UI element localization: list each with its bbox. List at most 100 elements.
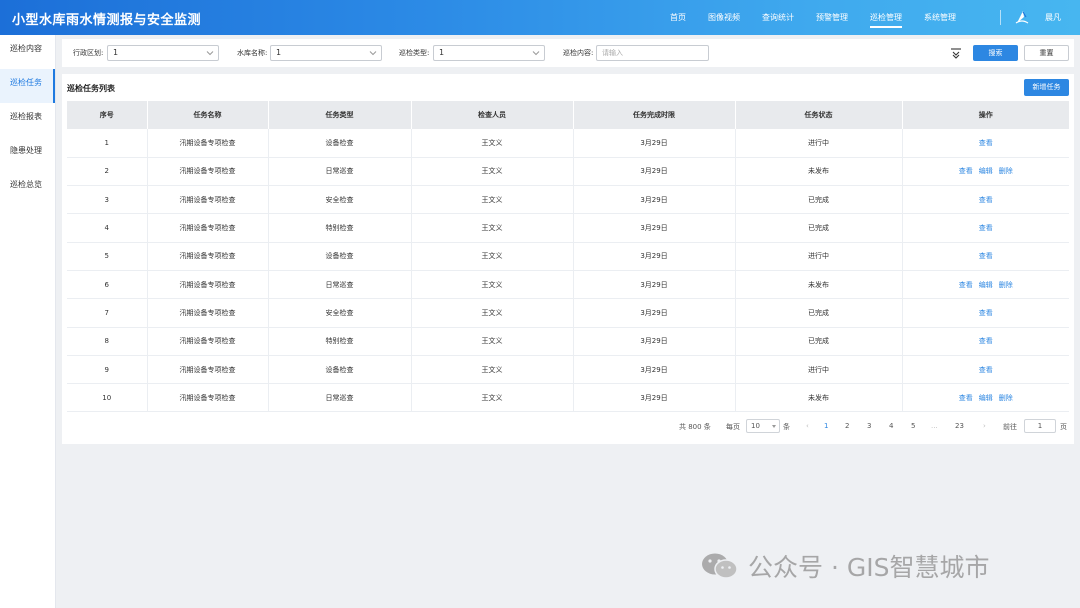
cell-id: 4 — [67, 213, 148, 243]
cell-status: 已完成 — [735, 213, 903, 243]
table-row[interactable]: 10 汛期设备专项检查 日常巡查 王文义 3月29日 未发布 查看 编辑 删除 — [67, 383, 1069, 413]
table-row[interactable]: 6 汛期设备专项检查 日常巡查 王文义 3月29日 未发布 查看 编辑 删除 — [67, 270, 1069, 300]
table-row[interactable]: 4 汛期设备专项检查 特别检查 王文义 3月29日 已完成 查看 — [67, 213, 1069, 243]
delete-link[interactable]: 删除 — [999, 394, 1013, 402]
page-4[interactable]: 4 — [889, 422, 893, 430]
content-input[interactable] — [596, 45, 709, 61]
page-2[interactable]: 2 — [845, 422, 849, 430]
view-link[interactable]: 查看 — [979, 224, 993, 232]
cell-actions: 查看 编辑 删除 — [902, 383, 1069, 413]
cell-task-type: 设备检查 — [268, 129, 412, 158]
view-link[interactable]: 查看 — [959, 281, 973, 289]
collapse-icon[interactable] — [950, 47, 962, 59]
task-table: 序号 任务名称 任务类型 检查人员 任务完成时限 任务状态 操作 1 汛期设备专项… — [67, 101, 1069, 413]
top-header: 小型水库雨水情测报与安全监测 首页 图像视频 查询统计 预警管理 巡检管理 系统… — [0, 0, 1080, 35]
goto-page-input[interactable]: 1 — [1024, 419, 1056, 433]
type-select[interactable]: 1 — [433, 45, 545, 61]
reservoir-label: 水库名称: — [237, 49, 268, 57]
nav-item-query[interactable]: 查询统计 — [762, 0, 794, 35]
cell-inspector: 王文义 — [411, 270, 574, 300]
view-link[interactable]: 查看 — [979, 366, 993, 374]
table-row[interactable]: 9 汛期设备专项检查 设备检查 王文义 3月29日 进行中 查看 — [67, 355, 1069, 385]
cell-task-type: 日常巡查 — [268, 270, 412, 300]
table-row[interactable]: 1 汛期设备专项检查 设备检查 王文义 3月29日 进行中 查看 — [67, 129, 1069, 158]
view-link[interactable]: 查看 — [979, 139, 993, 147]
view-link[interactable]: 查看 — [979, 309, 993, 317]
cell-task-type: 设备检查 — [268, 242, 412, 271]
cell-task-type: 日常巡查 — [268, 157, 412, 187]
sidebar-item-report[interactable]: 巡检报表 — [0, 103, 55, 137]
view-link[interactable]: 查看 — [959, 167, 973, 175]
nav-item-home[interactable]: 首页 — [670, 0, 686, 35]
view-link[interactable]: 查看 — [959, 394, 973, 402]
cell-status: 已完成 — [735, 298, 903, 328]
nav-item-system[interactable]: 系统管理 — [924, 0, 956, 35]
sidebar-item-content[interactable]: 巡检内容 — [0, 35, 55, 69]
page-23[interactable]: 23 — [955, 422, 964, 430]
cell-deadline: 3月29日 — [573, 355, 736, 385]
cell-inspector: 王文义 — [411, 327, 574, 356]
watermark: 公众号 · GIS智慧城市 — [700, 548, 989, 584]
col-header-inspector: 检查人员 — [411, 101, 574, 129]
cell-task-type: 安全检查 — [268, 185, 412, 215]
table-row[interactable]: 3 汛期设备专项检查 安全检查 王文义 3月29日 已完成 查看 — [67, 185, 1069, 215]
cell-inspector: 王文义 — [411, 213, 574, 243]
cell-id: 2 — [67, 157, 148, 187]
edit-link[interactable]: 编辑 — [979, 281, 993, 289]
region-select[interactable]: 1 — [107, 45, 219, 61]
sidebar-item-tasks[interactable]: 巡检任务 — [0, 69, 55, 103]
nav-item-video[interactable]: 图像视频 — [708, 0, 740, 35]
pager-per-page-prefix: 每页 — [726, 423, 740, 431]
reset-button[interactable]: 重置 — [1024, 45, 1069, 61]
table-row[interactable]: 5 汛期设备专项检查 设备检查 王文义 3月29日 进行中 查看 — [67, 242, 1069, 271]
chevron-down-icon — [206, 51, 214, 56]
user-avatar-icon[interactable] — [1014, 9, 1030, 25]
add-task-button[interactable]: 新增任务 — [1024, 79, 1069, 96]
next-page-button[interactable]: › — [983, 422, 986, 430]
chevron-down-icon — [369, 51, 377, 56]
delete-link[interactable]: 删除 — [999, 281, 1013, 289]
sidebar-item-hazard[interactable]: 隐患处理 — [0, 137, 55, 171]
search-button[interactable]: 搜索 — [973, 45, 1018, 61]
prev-page-button[interactable]: ‹ — [806, 422, 809, 430]
page-size-select[interactable]: 10 — [746, 419, 780, 433]
page-1[interactable]: 1 — [824, 422, 828, 430]
table-body: 1 汛期设备专项检查 设备检查 王文义 3月29日 进行中 查看 2 汛期设备专项检查 日常巡查王… — [67, 129, 1069, 413]
cell-task-name: 汛期设备专项检查 — [147, 185, 269, 215]
page-3[interactable]: 3 — [867, 422, 871, 430]
view-link[interactable]: 查看 — [979, 196, 993, 204]
table-row[interactable]: 2 汛期设备专项检查 日常巡查 王文义 3月29日 未发布 查看 编辑 删除 — [67, 157, 1069, 187]
edit-link[interactable]: 编辑 — [979, 394, 993, 402]
panel-title: 巡检任务列表 — [67, 84, 115, 93]
cell-id: 7 — [67, 298, 148, 328]
view-link[interactable]: 查看 — [979, 337, 993, 345]
cell-id: 5 — [67, 242, 148, 271]
cell-actions: 查看 — [902, 327, 1069, 356]
user-name[interactable]: 晨凡 — [1045, 12, 1061, 23]
cell-inspector: 王文义 — [411, 157, 574, 187]
pager-per-page-suffix: 条 — [783, 423, 790, 431]
page-ellipsis[interactable]: ... — [931, 422, 938, 430]
cell-actions: 查看 — [902, 355, 1069, 385]
cell-task-name: 汛期设备专项检查 — [147, 270, 269, 300]
edit-link[interactable]: 编辑 — [979, 167, 993, 175]
view-link[interactable]: 查看 — [979, 252, 993, 260]
nav-item-warning[interactable]: 预警管理 — [816, 0, 848, 35]
cell-task-name: 汛期设备专项检查 — [147, 213, 269, 243]
cell-task-name: 汛期设备专项检查 — [147, 383, 269, 413]
cell-status: 进行中 — [735, 129, 903, 158]
cell-deadline: 3月29日 — [573, 157, 736, 187]
sidebar-item-overview[interactable]: 巡检总览 — [0, 171, 55, 205]
page-5[interactable]: 5 — [911, 422, 915, 430]
col-header-actions: 操作 — [902, 101, 1069, 129]
pagination: 共 800 条 每页 10 条 ‹ 1 2 3 4 5 ... 23 › 前往 … — [62, 419, 1074, 435]
nav-item-inspection[interactable]: 巡检管理 — [870, 0, 902, 35]
cell-task-type: 特别检查 — [268, 327, 412, 356]
delete-link[interactable]: 删除 — [999, 167, 1013, 175]
content-label: 巡检内容: — [563, 49, 594, 57]
col-header-deadline: 任务完成时限 — [573, 101, 736, 129]
table-row[interactable]: 8 汛期设备专项检查 特别检查 王文义 3月29日 已完成 查看 — [67, 327, 1069, 356]
table-row[interactable]: 7 汛期设备专项检查 安全检查 王文义 3月29日 已完成 查看 — [67, 298, 1069, 328]
reservoir-select[interactable]: 1 — [270, 45, 382, 61]
col-header-name: 任务名称 — [147, 101, 269, 129]
